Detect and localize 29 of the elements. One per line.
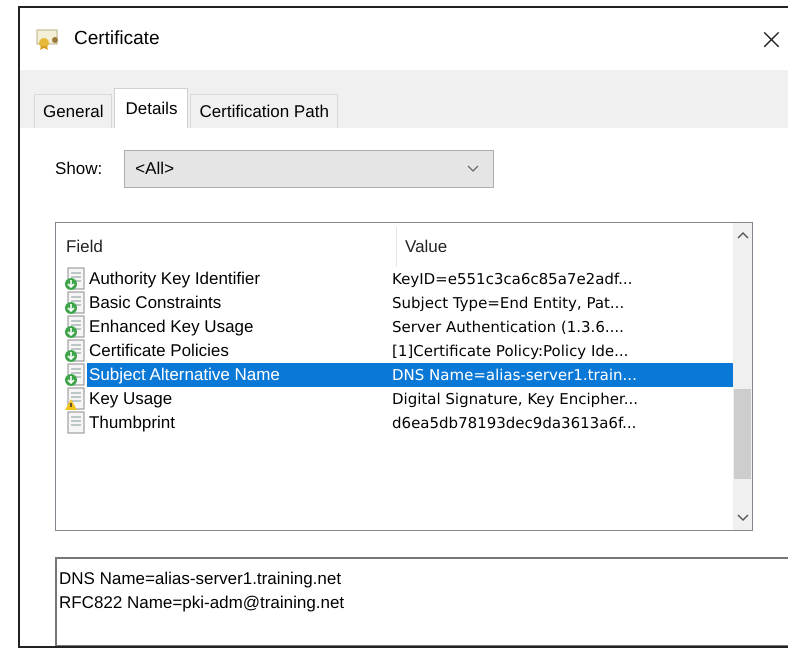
- chevron-down-icon: [467, 165, 480, 173]
- list-row[interactable]: Key Usage Digital Signature, Key Encipher...: [87, 387, 733, 411]
- window-title: Certificate: [74, 28, 160, 50]
- download-document-icon: [64, 339, 86, 363]
- detail-line: DNS Name=alias-server1.training.net: [59, 568, 342, 590]
- close-button[interactable]: ×: [754, 22, 788, 56]
- column-header[interactable]: Value: [397, 237, 448, 257]
- scroll-up-icon[interactable]: [736, 231, 748, 239]
- list-row[interactable]: Subject Alternative Name DNS Name=alias-server1.train...: [87, 363, 733, 387]
- tab[interactable]: Details: [114, 88, 188, 128]
- scroll-down-icon[interactable]: [736, 514, 748, 522]
- download-document-icon: [64, 291, 86, 315]
- download-document-icon: [64, 267, 86, 291]
- download-document-icon: [64, 363, 86, 387]
- list-row[interactable]: Thumbprint d6ea5db78193dec9da3613a6f...: [87, 411, 733, 435]
- list-row[interactable]: Enhanced Key Usage Server Authentication (1.3.6....: [87, 315, 733, 339]
- tab[interactable]: Certification Path: [190, 94, 338, 128]
- show-label: Show:: [55, 159, 102, 179]
- warning-document-icon: [64, 387, 86, 411]
- list-row[interactable]: Certificate Policies [1]Certificate Policy:Policy Ide...: [87, 339, 733, 363]
- detail-text-box[interactable]: DNS Name=alias-server1.training.net RFC822 Name=pki-adm@training.net: [55, 557, 788, 646]
- list-row[interactable]: Authority Key Identifier KeyID=e551c3ca6c85a7e2adf...: [87, 267, 733, 291]
- scroll-thumb[interactable]: [734, 389, 751, 479]
- scrollbar[interactable]: [733, 223, 752, 530]
- show-dropdown[interactable]: <All>: [124, 150, 494, 188]
- list-row[interactable]: Basic Constraints Subject Type=End Entity, Pat...: [87, 291, 733, 315]
- tab[interactable]: General: [34, 94, 112, 128]
- detail-line: RFC822 Name=pki-adm@training.net: [59, 592, 346, 614]
- download-document-icon: [64, 315, 86, 339]
